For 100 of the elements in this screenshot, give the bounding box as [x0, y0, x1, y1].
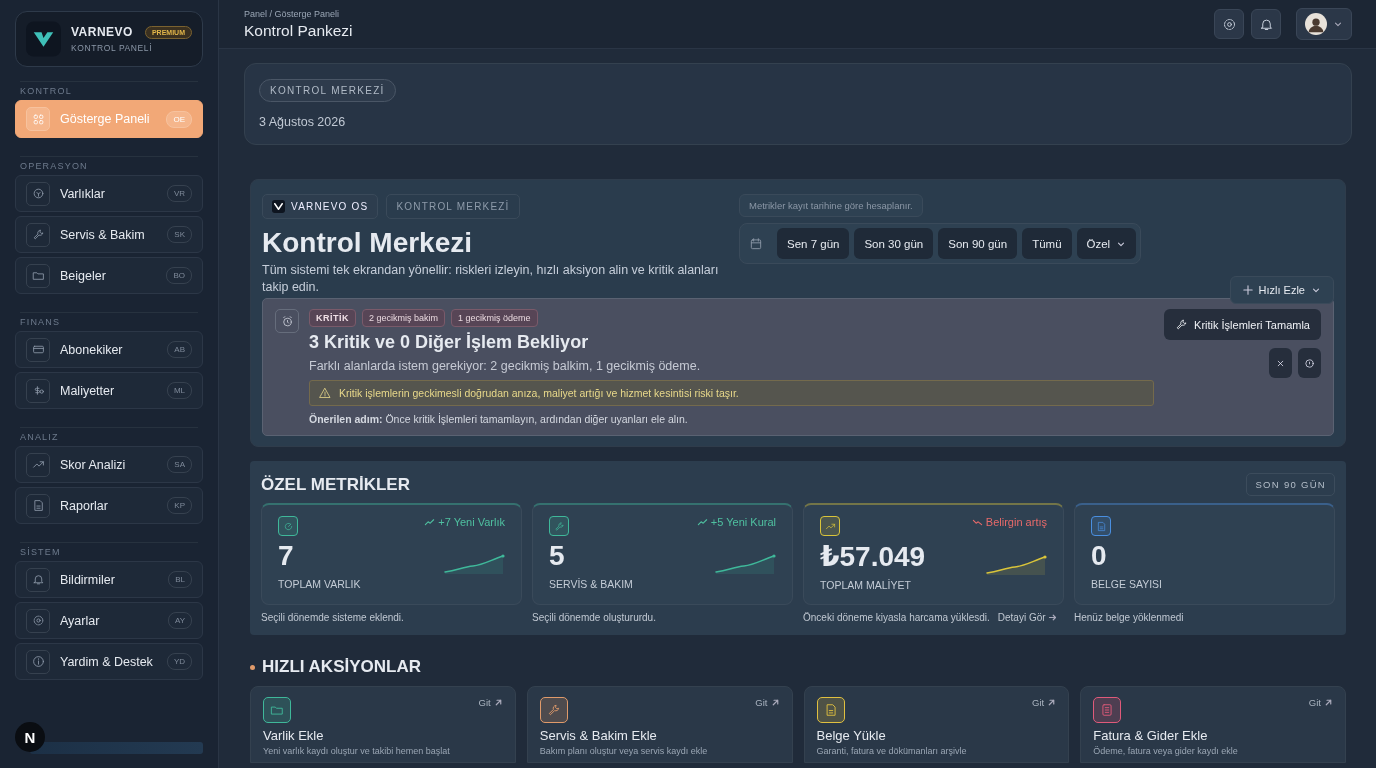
- info-button[interactable]: [1298, 348, 1321, 378]
- info-note: Metrikler kayıt tarihine göre hesaplanır.: [739, 194, 923, 217]
- sidebar-item[interactable]: Abonekiker AB: [15, 331, 203, 368]
- sidebar-label: Gösterge Paneli: [60, 112, 151, 126]
- trend-icon: [31, 458, 45, 471]
- action-description: Ödeme, fatura veya gider kaydı ekle: [1093, 746, 1239, 756]
- go-link[interactable]: Git: [478, 697, 503, 708]
- section-title: ÖZEL METRİKLER: [261, 474, 410, 495]
- tag: KONTROL MERKEZİ: [386, 194, 520, 219]
- sidebar-label: Servis & Bakim: [60, 227, 146, 242]
- sidebar-item[interactable]: Varlıklar VR: [15, 175, 203, 212]
- notifications-button[interactable]: [1251, 9, 1281, 39]
- calendar-icon: [749, 236, 763, 251]
- sidebar-label: Varlıklar: [60, 186, 106, 201]
- shortcut-badge: VR: [166, 185, 192, 202]
- wrench-icon: [1175, 318, 1189, 331]
- metric-note: Seçili dönemde oluştururdu.: [532, 612, 656, 623]
- period-badge: SON 90 GÜN: [1246, 473, 1335, 496]
- dev-badge[interactable]: N: [15, 722, 45, 752]
- trend-label: +7 Yeni Varlık: [424, 516, 505, 528]
- settings-button[interactable]: [1214, 9, 1244, 39]
- wrench-icon: [546, 703, 561, 717]
- arrow-icon: [1324, 698, 1333, 707]
- metric-label: TOPLAM MALİYET: [820, 579, 912, 591]
- detail-link[interactable]: Detayi Gör: [997, 612, 1057, 623]
- sidebar-item[interactable]: Beigeler BO: [15, 257, 203, 294]
- range-button[interactable]: Sen 7 gün: [777, 228, 850, 259]
- section-title: HIZLI AKSİYONLAR: [262, 657, 421, 677]
- trend-label: +5 Yeni Kural: [696, 516, 776, 528]
- action-card[interactable]: Git Varlik Ekle Yeni varlık kaydı oluştur ve takibi hemen başlat: [250, 686, 516, 763]
- status-badge: KRİTİK: [309, 309, 356, 327]
- metric-label: SERVİS & BAKIM: [549, 578, 633, 590]
- warning-text: Kritik işlemlerin geckimesli doğrudan anıza, maliyet artığı ve hizmet kesintisi riski taşır.: [339, 387, 739, 399]
- folder-icon: [31, 269, 45, 282]
- list-icon: [1100, 703, 1115, 717]
- sidebar-item[interactable]: Bildirmiler BL: [15, 561, 203, 598]
- metric-label: BELGE SAYISI: [1091, 578, 1162, 590]
- section-chip: KONTROL MERKEZİ: [259, 79, 396, 102]
- action-title: Fatura & Gider Ekle: [1093, 728, 1209, 743]
- sidebar-item[interactable]: Yardim & Destek YD: [15, 643, 203, 680]
- sidebar-label: Ayarlar: [60, 613, 101, 628]
- range-button[interactable]: Son 90 gün: [938, 228, 1018, 259]
- plus-icon: [1242, 285, 1253, 295]
- tag: VARNEVO OS: [262, 194, 379, 219]
- user-menu-button[interactable]: [1296, 8, 1352, 40]
- section-heading: FINANS: [20, 312, 198, 327]
- avatar-icon: [1305, 13, 1327, 35]
- range-button[interactable]: Tümü: [1022, 228, 1072, 259]
- go-link[interactable]: Git: [1032, 697, 1057, 708]
- action-card[interactable]: Git Servis & Bakim Ekle Bakım planı oluştur veya servis kaydı ekle: [526, 686, 793, 763]
- alert-title: 3 Kritik ve 0 Diğer İşlem Bekliyor: [309, 332, 590, 353]
- sidebar-label: Abonekiker: [60, 342, 124, 357]
- shortcut-badge: YD: [166, 653, 192, 670]
- page-title: Kontrol Pankezi: [244, 21, 353, 40]
- metric-value: 0: [1091, 540, 1108, 572]
- shortcut-badge: BL: [168, 571, 192, 588]
- wrench-icon: [31, 228, 45, 241]
- sidebar-label: Skor Analizi: [60, 457, 127, 472]
- sidebar-item[interactable]: Skor Analizi SA: [15, 446, 203, 483]
- info-icon: [1304, 357, 1315, 369]
- shortcut-badge: AB: [167, 341, 192, 358]
- range-dropdown[interactable]: Özel: [1076, 228, 1137, 259]
- metric-value: 5: [549, 540, 566, 572]
- sidebar-item[interactable]: Ayarlar AY: [15, 602, 203, 639]
- go-link[interactable]: Git: [755, 697, 780, 708]
- complete-button[interactable]: Kritik İşlemleri Tamamla: [1164, 309, 1321, 340]
- sidebar-label: Yardim & Destek: [60, 654, 154, 669]
- quick-add-button[interactable]: Hızlı Ezle: [1229, 276, 1334, 304]
- brand-subtitle: KONTROL PANELİ: [71, 43, 154, 53]
- warning-icon: [319, 387, 331, 399]
- bullet-dot: [250, 664, 255, 670]
- sidebar-label: Raporlar: [60, 498, 109, 513]
- action-title: Varlik Ekle: [263, 728, 325, 743]
- panel-title: Kontrol Merkezi: [262, 227, 474, 259]
- card-icon: [31, 343, 45, 356]
- breadcrumb: Panel / Gösterge Paneli: [244, 8, 341, 19]
- trend-up-icon: [696, 516, 708, 528]
- arrow-icon: [1047, 698, 1057, 707]
- bell-icon: [1258, 16, 1274, 32]
- go-link[interactable]: Git: [1308, 697, 1333, 708]
- sidebar-item[interactable]: Raporlar KP: [15, 487, 203, 524]
- action-card[interactable]: Git Fatura & Gider Ekle Ödeme, fatura veya gider kaydı ekle: [1080, 686, 1346, 763]
- bell-icon: [31, 573, 45, 586]
- alarm-icon: [280, 314, 294, 328]
- action-card[interactable]: Git Belge Yükle Garanti, fatura ve dökümanları arşivle: [803, 686, 1070, 763]
- action-description: Yeni varlık kaydı oluştur ve takibi hemen başlat: [263, 746, 451, 756]
- metric-note: Henüz belge yöklenmedi: [1074, 612, 1184, 623]
- action-description: Garanti, fatura ve dökümanları arşivle: [816, 746, 968, 756]
- sidebar-item[interactable]: Maliyetter ML: [15, 372, 203, 409]
- grid-icon: [31, 112, 45, 126]
- sidebar-item[interactable]: Servis & Bakim SK: [15, 216, 203, 253]
- range-button[interactable]: Son 30 gün: [854, 228, 934, 259]
- status-badge: 2 gecikmiş bakim: [362, 309, 446, 327]
- alert-description: Farklı alanlarda istem gerekiyor: 2 gecikmiş balkim, 1 gecikmiş ödeme.: [309, 359, 702, 373]
- action-description: Bakım planı oluştur veya servis kaydı ekle: [539, 746, 709, 756]
- action-title: Servis & Bakim Ekle: [539, 728, 658, 743]
- status-badge: 1 gecikmiş ödeme: [451, 309, 538, 327]
- shortcut-badge: OE: [166, 110, 192, 128]
- trend-up-icon: [424, 516, 436, 528]
- shortcut-badge: KP: [167, 497, 192, 514]
